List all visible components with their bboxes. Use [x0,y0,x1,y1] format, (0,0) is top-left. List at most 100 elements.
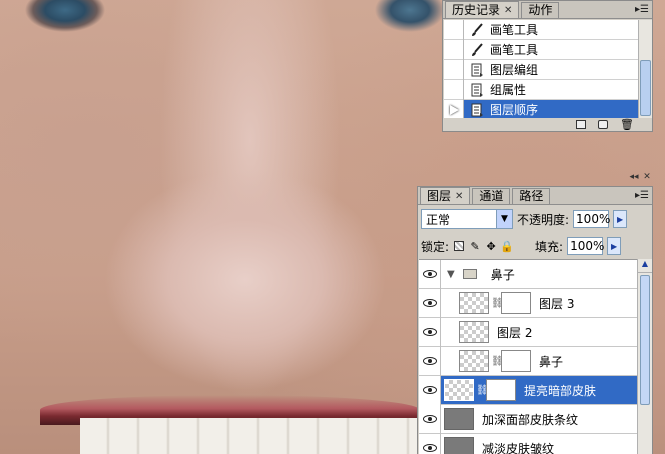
history-state-icon [471,63,483,77]
visibility-toggle[interactable] [419,288,441,318]
history-item-label: 画笔工具 [490,43,539,57]
visibility-toggle[interactable] [419,317,441,347]
new-document-from-state-icon[interactable] [576,119,587,129]
layer-thumbnail[interactable] [459,292,489,314]
history-item[interactable]: 组属性 [444,79,639,100]
lock-label: 锁定: [421,239,450,254]
layer-mask-thumbnail[interactable] [501,292,531,314]
eye-icon [422,415,437,423]
history-item-selected[interactable]: 图层顺序 [444,99,639,118]
fill-slider-arrow-icon[interactable]: ▶ [607,237,622,255]
history-item[interactable]: 图层编组 [444,59,639,80]
visibility-toggle[interactable] [419,404,441,434]
layer-row-group[interactable]: ▼ 鼻子 [419,260,637,289]
history-list: 画笔工具 画笔工具 图层编组 组属性 图层顺序 [444,20,639,118]
close-icon[interactable]: ✕ [504,3,512,18]
opacity-input[interactable]: 100% [573,210,610,228]
layer-row[interactable]: 减淡皮肤皱纹 [419,433,637,454]
lock-transparency-icon[interactable] [453,240,465,252]
history-item[interactable]: 画笔工具 [444,39,639,60]
history-source-checkbox[interactable] [444,79,464,100]
eye-icon [422,299,437,307]
history-scrollbar[interactable] [638,20,652,118]
layers-scrollbar[interactable]: ▲ [637,259,652,454]
fill-label: 填充: [535,239,564,254]
panel-menu-icon[interactable]: ▸☰ [635,4,649,15]
layer-row[interactable]: 图层 2 [419,317,637,347]
layer-thumbnail[interactable] [444,379,474,401]
lock-position-icon[interactable]: ✥ [485,240,497,253]
opacity-label: 不透明度: [517,212,570,227]
panel-controls: ◂◂ ✕ [629,173,652,183]
close-icon[interactable]: ✕ [455,189,463,204]
tab-actions[interactable]: 动作 [521,2,560,18]
collapse-icon[interactable]: ◂◂ [629,173,639,183]
teeth [80,418,420,454]
blend-mode-select[interactable]: 正常 ▼ [421,209,513,229]
history-tabbar: 历史记录 ✕ 动作 ▸☰ [443,1,652,19]
tab-channels[interactable]: 通道 [472,188,511,204]
group-expand-icon[interactable]: ▼ [447,269,455,280]
layer-row[interactable]: ⛓ 鼻子 [419,346,637,376]
history-source-checkbox[interactable] [444,20,464,40]
visibility-toggle[interactable] [419,375,441,405]
chain-link-icon[interactable]: ⛓ [476,385,489,396]
layer-name: 鼻子 [490,267,515,282]
history-item-label: 图层顺序 [490,103,539,117]
layers-panel: ◂◂ ✕ 图层 ✕ 通道 路径 ▸☰ 正常 ▼ 不透明度: 100% ▶ 锁定:… [417,173,653,454]
layer-mask-thumbnail[interactable] [501,350,531,372]
scroll-up-icon[interactable]: ▲ [638,259,652,273]
tab-actions-label: 动作 [528,3,553,17]
history-source-checkbox[interactable] [444,59,464,80]
eye-icon [422,357,437,365]
close-icon[interactable]: ✕ [642,173,652,183]
tab-layers-label: 图层 [427,188,452,203]
folder-icon [462,269,477,279]
layer-thumbnail[interactable] [459,321,489,343]
scrollbar-thumb[interactable] [640,60,651,116]
layer-thumbnail[interactable] [444,408,474,430]
layer-name: 鼻子 [539,354,564,369]
layers-tabbar: 图层 ✕ 通道 路径 ▸☰ [418,187,652,205]
visibility-toggle[interactable] [419,260,441,289]
layer-thumbnail[interactable] [444,437,474,454]
history-item-label: 画笔工具 [490,23,539,37]
visibility-toggle[interactable] [419,346,441,376]
history-footer: 🗑 [443,117,652,131]
snapshot-icon[interactable] [598,119,609,129]
history-source-checkbox[interactable] [444,99,464,118]
fill-input[interactable]: 100% [567,237,604,255]
history-source-checkbox[interactable] [444,39,464,60]
tab-paths[interactable]: 路径 [512,188,551,204]
blend-mode-value: 正常 [426,212,451,227]
layer-mask-thumbnail[interactable] [486,379,516,401]
tab-channels-label: 通道 [479,189,504,203]
layer-row-selected[interactable]: ⛓ 提亮暗部皮肤 [419,375,637,405]
history-item[interactable]: 画笔工具 [444,20,639,40]
eye-icon [422,386,437,394]
layer-row[interactable]: ⛓ 图层 3 [419,288,637,318]
tab-paths-label: 路径 [519,189,544,203]
panel-menu-icon[interactable]: ▸☰ [635,190,649,201]
eye-icon [422,270,437,278]
layer-name: 减淡皮肤皱纹 [482,441,555,454]
layer-name: 加深面部皮肤条纹 [482,412,579,427]
chain-link-icon[interactable]: ⛓ [491,356,504,367]
lock-image-pixels-icon[interactable]: ✎ [469,240,481,253]
history-state-icon [471,103,483,117]
scrollbar-thumb[interactable] [640,275,650,405]
visibility-toggle[interactable] [419,433,441,454]
brush-icon [472,22,483,36]
chain-link-icon[interactable]: ⛓ [491,298,504,309]
history-item-label: 组属性 [490,83,527,97]
layer-thumbnail[interactable] [459,350,489,372]
lock-all-icon[interactable]: 🔒 [500,240,514,253]
layer-row[interactable]: 加深面部皮肤条纹 [419,404,637,434]
trash-icon[interactable]: 🗑 [620,118,634,131]
tab-layers[interactable]: 图层 ✕ [420,187,471,204]
tab-history[interactable]: 历史记录 ✕ [445,1,520,18]
chevron-down-icon[interactable]: ▼ [496,210,512,228]
left-eye [0,0,140,40]
opacity-slider-arrow-icon[interactable]: ▶ [613,210,628,228]
history-state-icon [471,83,483,97]
